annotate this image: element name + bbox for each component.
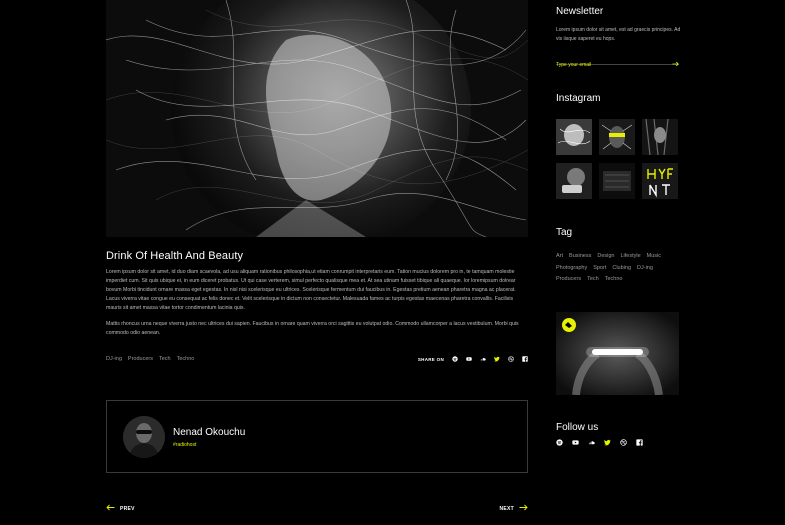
instagram-photo[interactable]	[642, 119, 678, 155]
post-tag-link[interactable]: DJ-ing	[106, 356, 122, 362]
email-field[interactable]	[556, 60, 666, 70]
instagram-photo[interactable]	[556, 119, 592, 155]
author-name[interactable]: Nenad Okouchu	[173, 427, 245, 438]
post-tag-link[interactable]: Tech	[159, 356, 171, 362]
facebook-icon[interactable]	[636, 439, 643, 446]
youtube-icon[interactable]	[466, 356, 472, 362]
twitter-icon[interactable]	[494, 356, 500, 362]
prev-label: PREV	[120, 505, 135, 512]
post-tags: DJ-ing Producers Tech Techno	[106, 356, 194, 362]
instagram-photo[interactable]	[556, 163, 592, 199]
tag-link[interactable]: Business	[569, 251, 591, 263]
tag-link[interactable]: Techno	[605, 274, 623, 286]
share-bar: SHARE ON	[418, 356, 528, 362]
post-paragraph: Mattis rhoncus urna neque viverra justo …	[106, 321, 519, 336]
tag-title: Tag	[556, 227, 573, 238]
post-paragraph: Lorem ipsum dolor sit amet, id duo diam …	[106, 269, 516, 311]
tag-link[interactable]: Art	[556, 251, 563, 263]
newsletter-form	[556, 53, 679, 70]
post-tag-link[interactable]: Producers	[128, 356, 153, 362]
next-label: NEXT	[499, 505, 514, 512]
post-hero-image	[106, 0, 528, 237]
soundcloud-icon[interactable]	[480, 356, 486, 362]
tag-link[interactable]: Photography	[556, 263, 587, 275]
tag-link[interactable]: Producers	[556, 274, 581, 286]
next-post-link[interactable]: NEXT	[499, 504, 528, 513]
avatar[interactable]	[123, 416, 165, 458]
tag-link[interactable]: Clubing	[612, 263, 631, 275]
tag-link[interactable]: Music	[647, 251, 661, 263]
post-body: Lorem ipsum dolor sit amet, id duo diam …	[106, 268, 528, 338]
arrow-right-icon	[519, 504, 528, 513]
tag-link[interactable]: Sport	[593, 263, 606, 275]
newsletter-title: Newsletter	[556, 6, 604, 17]
tag-link[interactable]: Tech	[587, 274, 599, 286]
instagram-photo[interactable]	[599, 163, 635, 199]
prev-post-link[interactable]: PREV	[106, 504, 135, 513]
instagram-photo[interactable]	[599, 119, 635, 155]
instagram-photo[interactable]	[642, 163, 678, 199]
post-tag-link[interactable]: Techno	[177, 356, 195, 362]
tag-link[interactable]: DJ-ing	[637, 263, 653, 275]
promo-banner[interactable]	[556, 312, 679, 395]
instagram-title: Instagram	[556, 93, 601, 104]
tag-link[interactable]: Lifestyle	[620, 251, 640, 263]
author-box: Nenad Okouchu #radiohost	[106, 400, 528, 473]
tag-cloud: Art Business Design Lifestyle Music Phot…	[556, 251, 682, 286]
spotify-icon[interactable]	[556, 439, 563, 446]
tag-link[interactable]: Design	[597, 251, 614, 263]
author-hashtag[interactable]: #radiohost	[173, 442, 196, 448]
newsletter-description: Lorem ipsum dolor sit amet, est ad graec…	[556, 27, 681, 42]
arrow-right-icon[interactable]	[672, 54, 679, 72]
instagram-grid	[556, 119, 679, 199]
dribbble-icon[interactable]	[620, 439, 627, 446]
soundcloud-icon[interactable]	[588, 439, 595, 446]
share-label: SHARE ON	[417, 356, 444, 362]
post-title: Drink Of Health And Beauty	[106, 250, 244, 262]
facebook-icon[interactable]	[522, 356, 528, 362]
youtube-icon[interactable]	[572, 439, 579, 446]
follow-us-title: Follow us	[556, 422, 599, 433]
dribbble-icon[interactable]	[508, 356, 514, 362]
twitter-icon[interactable]	[604, 439, 611, 446]
spotify-icon[interactable]	[452, 356, 458, 362]
follow-icons	[556, 439, 643, 446]
arrow-left-icon	[106, 504, 115, 513]
